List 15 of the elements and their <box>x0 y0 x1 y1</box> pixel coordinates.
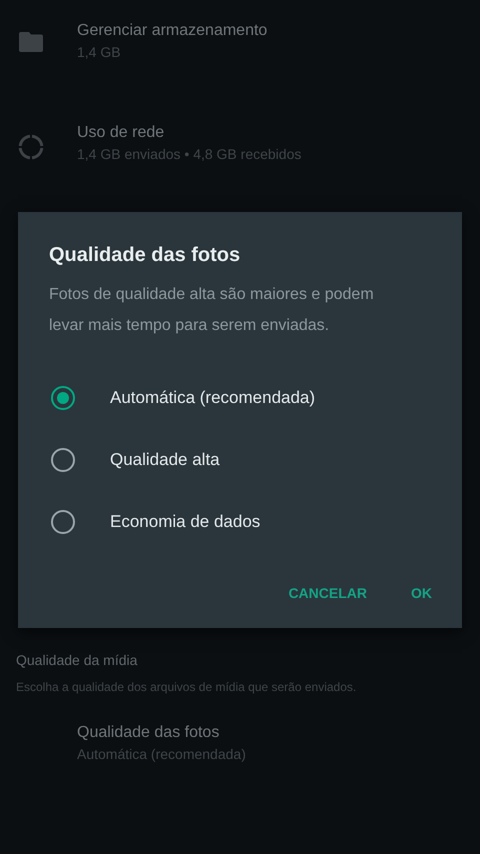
option-label[interactable]: Automática (recomendada) <box>110 388 316 408</box>
dialog-button[interactable]: OK <box>399 575 444 611</box>
dialog-message: Fotos de qualidade alta são maiores e podem levar mais tempo para serem enviadas. <box>49 285 375 336</box>
option-label[interactable]: Economia de dados <box>110 512 260 532</box>
section-header: Qualidade da mídia <box>16 652 138 668</box>
folder-icon <box>18 32 42 52</box>
dialog-title: Qualidade das fotos <box>49 244 242 267</box>
dialog-button[interactable]: CANCELAR <box>276 575 379 611</box>
setting-title: Gerenciar armazenamento <box>77 22 268 40</box>
radio-button[interactable] <box>51 510 75 534</box>
radio-button[interactable] <box>51 448 75 472</box>
setting-title: Qualidade das fotos <box>77 724 220 742</box>
option-label[interactable]: Qualidade alta <box>110 450 220 470</box>
setting-title: Uso de rede <box>77 124 166 142</box>
radio-button[interactable] <box>51 386 75 410</box>
